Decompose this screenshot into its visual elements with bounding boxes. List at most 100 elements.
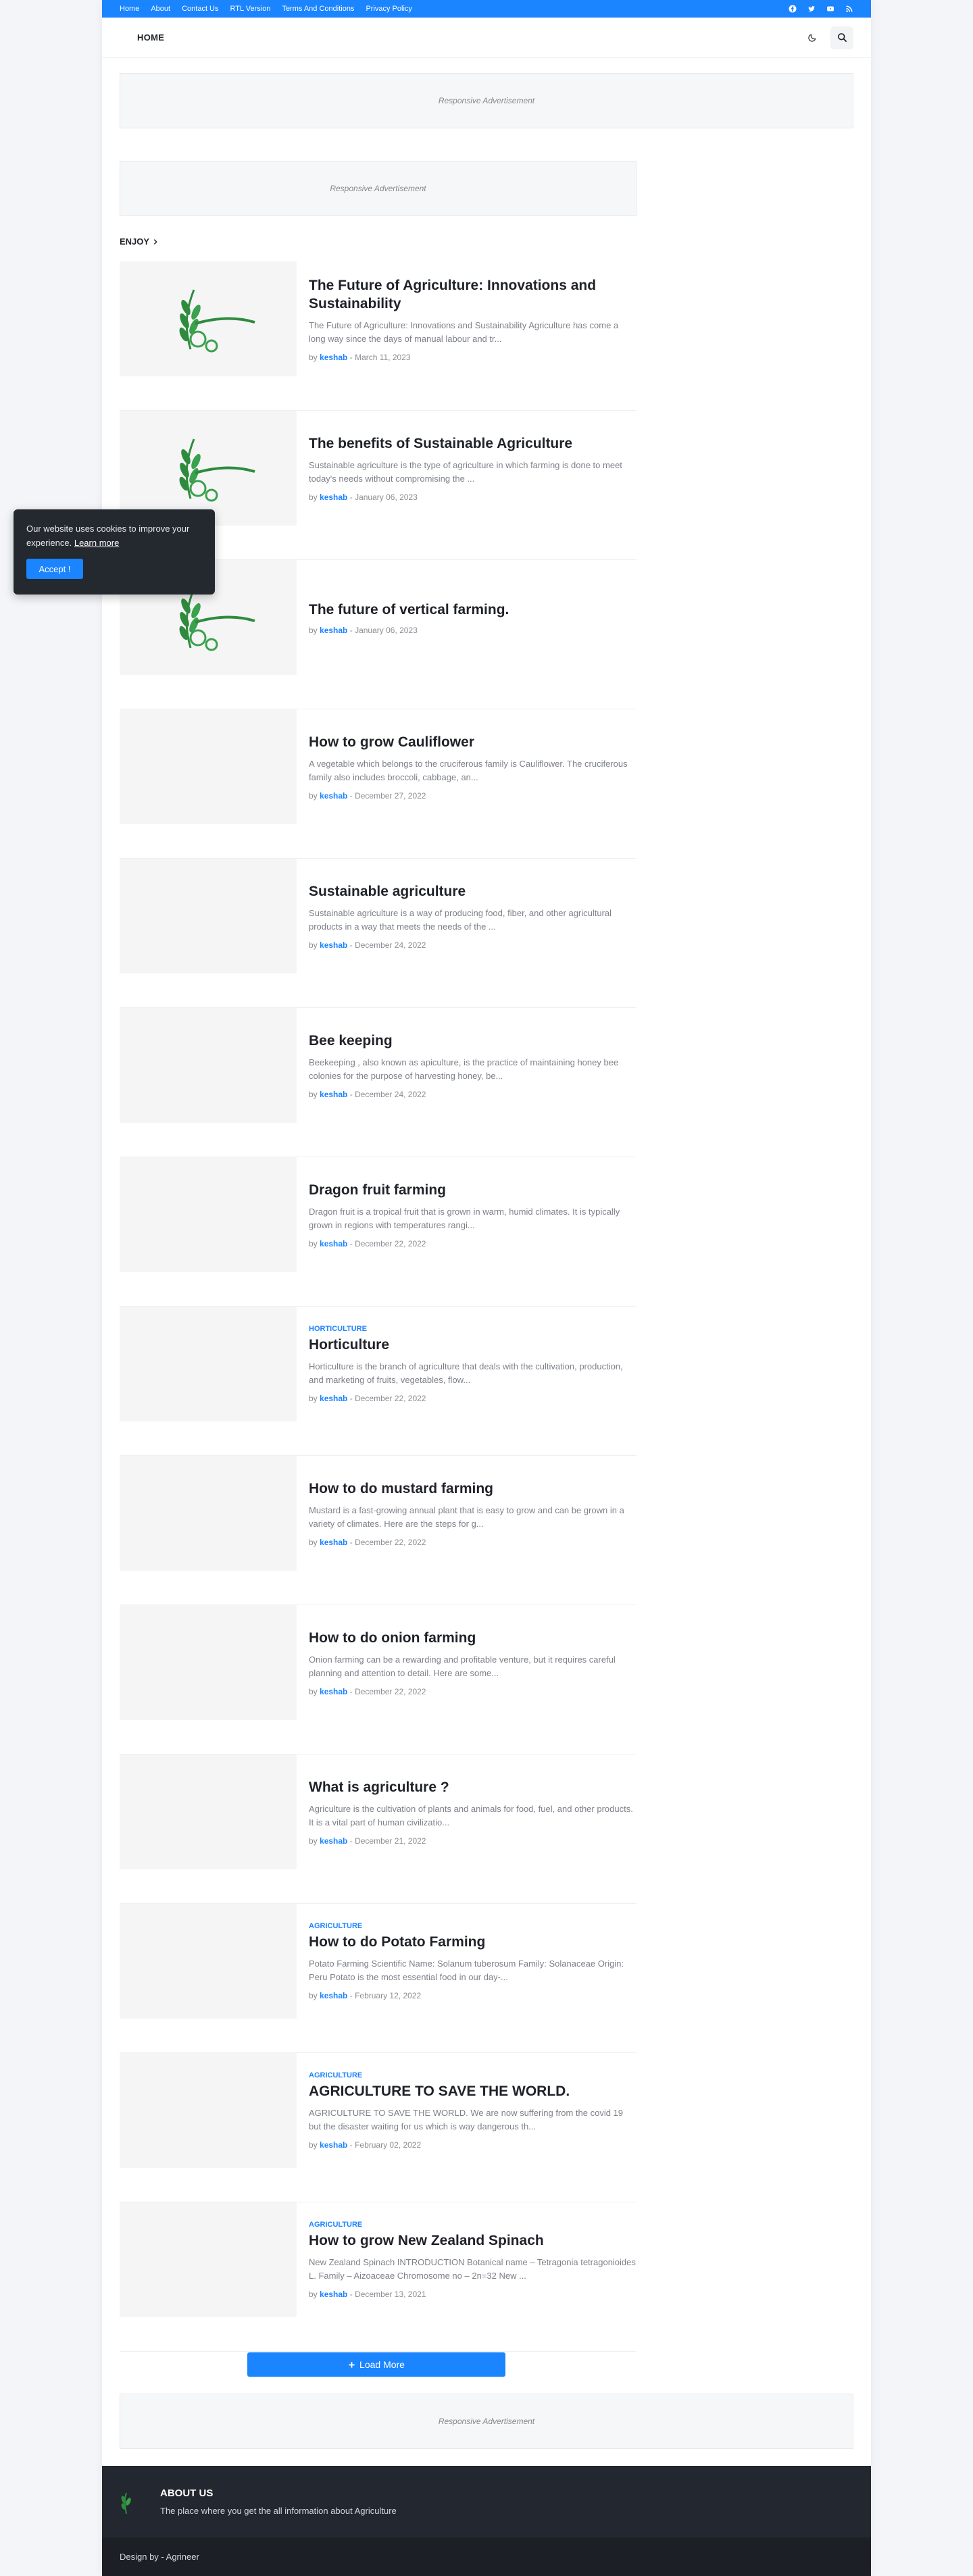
post-title[interactable]: How to do mustard farming (309, 1480, 637, 1498)
post-item: How to do mustard farming Mustard is a f… (120, 1456, 637, 1605)
post-author[interactable]: keshab (320, 1090, 347, 1099)
post-excerpt: AGRICULTURE TO SAVE THE WORLD. We are no… (309, 2108, 624, 2131)
post-author[interactable]: keshab (320, 2290, 347, 2299)
post-info: What is agriculture ? Agriculture is the… (309, 1754, 637, 1869)
post-author[interactable]: keshab (320, 1836, 347, 1846)
post-by: by (309, 1090, 318, 1099)
twitter-icon[interactable] (807, 5, 816, 13)
post-thumbnail[interactable] (120, 2053, 297, 2168)
top-link-privacy[interactable]: Privacy Policy (366, 5, 411, 13)
post-date: December 21, 2022 (355, 1836, 426, 1846)
post-title[interactable]: The future of vertical farming. (309, 601, 637, 619)
top-link-home[interactable]: Home (120, 5, 139, 13)
post-title[interactable]: How to grow Cauliflower (309, 733, 637, 751)
post-category[interactable]: AGRICULTURE (309, 2071, 637, 2079)
post-title[interactable]: What is agriculture ? (309, 1778, 637, 1796)
post-excerpt: Sustainable agriculture is a way of prod… (309, 908, 612, 932)
top-link-contact[interactable]: Contact Us (182, 5, 218, 13)
post-item: AGRICULTURE AGRICULTURE TO SAVE THE WORL… (120, 2053, 637, 2202)
load-more-button[interactable]: Load More (247, 2352, 505, 2377)
post-title[interactable]: Dragon fruit farming (309, 1181, 637, 1199)
rss-icon[interactable] (845, 5, 853, 13)
post-meta: by keshab - December 22, 2022 (309, 1538, 637, 1547)
agrineer-logo-icon (179, 438, 255, 502)
facebook-icon[interactable] (789, 5, 797, 13)
post-title[interactable]: AGRICULTURE TO SAVE THE WORLD. (309, 2082, 637, 2100)
post-author[interactable]: keshab (320, 626, 347, 635)
post-excerpt: Dragon fruit is a tropical fruit that is… (309, 1207, 620, 1230)
footer-credit: Design by - Agrineer (102, 2537, 871, 2576)
post-thumbnail[interactable] (120, 859, 297, 974)
post-thumbnail[interactable] (120, 2202, 297, 2317)
post-author[interactable]: keshab (320, 493, 347, 502)
post-meta-separator: - (349, 1836, 353, 1846)
post-title[interactable]: Horticulture (309, 1336, 637, 1354)
post-title[interactable]: Bee keeping (309, 1032, 637, 1050)
post-info: Sustainable agriculture Sustainable agri… (309, 859, 637, 974)
youtube-icon[interactable] (826, 5, 834, 13)
post-thumbnail[interactable] (120, 1456, 297, 1571)
post-category[interactable]: AGRICULTURE (309, 1922, 637, 1930)
advertisement-banner-bottom: Responsive Advertisement (120, 2394, 853, 2449)
chevron-right-icon (153, 238, 157, 245)
post-meta: by keshab - January 06, 2023 (309, 493, 637, 502)
post-meta-separator: - (349, 791, 353, 801)
post-thumbnail[interactable] (120, 261, 297, 376)
post-date: January 06, 2023 (355, 493, 418, 502)
post-date: December 24, 2022 (355, 940, 426, 950)
post-meta: by keshab - December 22, 2022 (309, 1239, 637, 1248)
post-item: Dragon fruit farming Dragon fruit is a t… (120, 1157, 637, 1307)
post-author[interactable]: keshab (320, 1687, 347, 1696)
post-thumbnail[interactable] (120, 1754, 297, 1869)
post-thumbnail[interactable] (120, 1008, 297, 1123)
post-author[interactable]: keshab (320, 791, 347, 801)
post-author[interactable]: keshab (320, 353, 347, 362)
post-author[interactable]: keshab (320, 1239, 347, 1248)
post-title[interactable]: How to do Potato Farming (309, 1933, 637, 1951)
post-author[interactable]: keshab (320, 940, 347, 950)
post-title[interactable]: The Future of Agriculture: Innovations a… (309, 276, 637, 313)
post-item: Bee keeping Beekeeping , also known as a… (120, 1008, 637, 1157)
search-button[interactable] (830, 26, 853, 49)
post-by: by (309, 625, 318, 635)
post-item: The Future of Agriculture: Innovations a… (120, 261, 637, 411)
post-author[interactable]: keshab (320, 1991, 347, 2000)
post-info: Bee keeping Beekeeping , also known as a… (309, 1008, 637, 1123)
post-date: March 11, 2023 (355, 352, 411, 362)
post-by: by (309, 2290, 318, 2299)
post-item: How to grow Cauliflower A vegetable whic… (120, 709, 637, 859)
top-link-terms[interactable]: Terms And Conditions (282, 5, 354, 13)
post-info: AGRICULTURE How to grow New Zealand Spin… (309, 2202, 637, 2317)
post-info: How to do mustard farming Mustard is a f… (309, 1456, 637, 1571)
post-title[interactable]: The benefits of Sustainable Agriculture (309, 434, 637, 453)
post-meta: by keshab - December 13, 2021 (309, 2290, 637, 2299)
post-category[interactable]: HORTICULTURE (309, 1325, 637, 1333)
post-category[interactable]: AGRICULTURE (309, 2221, 637, 2229)
accept-cookies-button[interactable]: Accept ! (26, 559, 83, 579)
post-info: How to grow Cauliflower A vegetable whic… (309, 709, 637, 824)
post-author[interactable]: keshab (320, 1538, 347, 1547)
footer-heading: ABOUT US (160, 2487, 214, 2499)
post-thumbnail[interactable] (120, 1904, 297, 2019)
dark-mode-toggle[interactable] (802, 28, 822, 48)
post-title[interactable]: How to do onion farming (309, 1629, 637, 1647)
post-title[interactable]: Sustainable agriculture (309, 882, 637, 901)
learn-more-link[interactable]: Learn more (74, 538, 119, 548)
post-info: How to do onion farming Onion farming ca… (309, 1605, 637, 1720)
post-thumbnail[interactable] (120, 411, 297, 526)
post-date: December 22, 2022 (355, 1538, 426, 1547)
post-author[interactable]: keshab (320, 2140, 347, 2150)
post-by: by (309, 352, 318, 362)
agrineer-logo-icon (179, 289, 255, 353)
post-thumbnail[interactable] (120, 709, 297, 824)
post-title[interactable]: How to grow New Zealand Spinach (309, 2231, 637, 2250)
post-author[interactable]: keshab (320, 1394, 347, 1403)
nav-home-link[interactable]: HOME (137, 32, 164, 43)
post-thumbnail[interactable] (120, 1307, 297, 1421)
post-meta-separator: - (349, 2140, 353, 2150)
top-link-about[interactable]: About (151, 5, 170, 13)
top-link-rtl[interactable]: RTL Version (230, 5, 271, 13)
post-thumbnail[interactable] (120, 1157, 297, 1272)
post-by: by (309, 1836, 318, 1846)
post-thumbnail[interactable] (120, 1605, 297, 1720)
